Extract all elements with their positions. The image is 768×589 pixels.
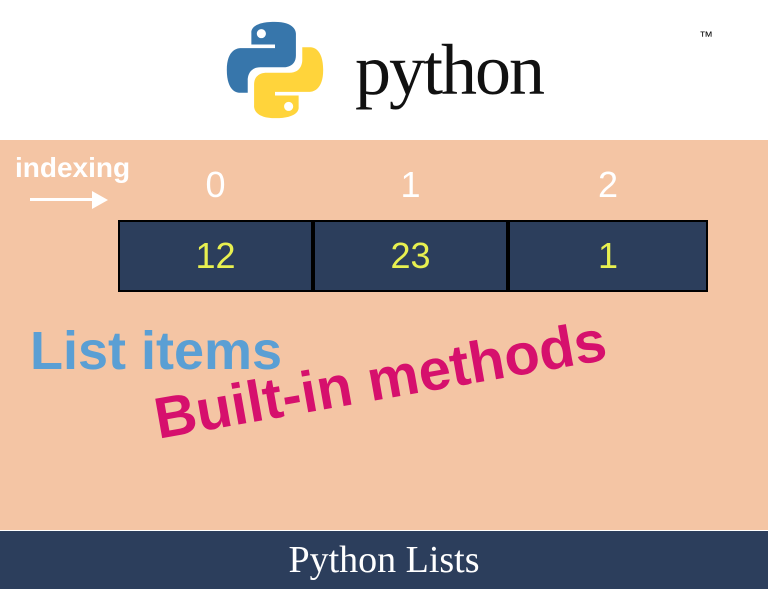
list-cell: 23 [313,220,508,292]
index-label: 0 [118,164,313,206]
header: python ™ [0,0,768,140]
main-panel: indexing 0 1 2 12 23 1 List items Built-… [0,140,768,530]
list-cell: 1 [508,220,708,292]
list-cell: 12 [118,220,313,292]
index-label: 1 [313,164,508,206]
footer-title: Python Lists [0,531,768,589]
list-cells: 12 23 1 [118,220,708,292]
trademark-symbol: ™ [699,28,713,44]
index-label: 2 [508,164,708,206]
python-logo-icon [225,20,325,120]
brand-text: python [355,29,543,112]
index-row: 0 1 2 [118,164,718,206]
arrow-right-icon [30,190,110,210]
